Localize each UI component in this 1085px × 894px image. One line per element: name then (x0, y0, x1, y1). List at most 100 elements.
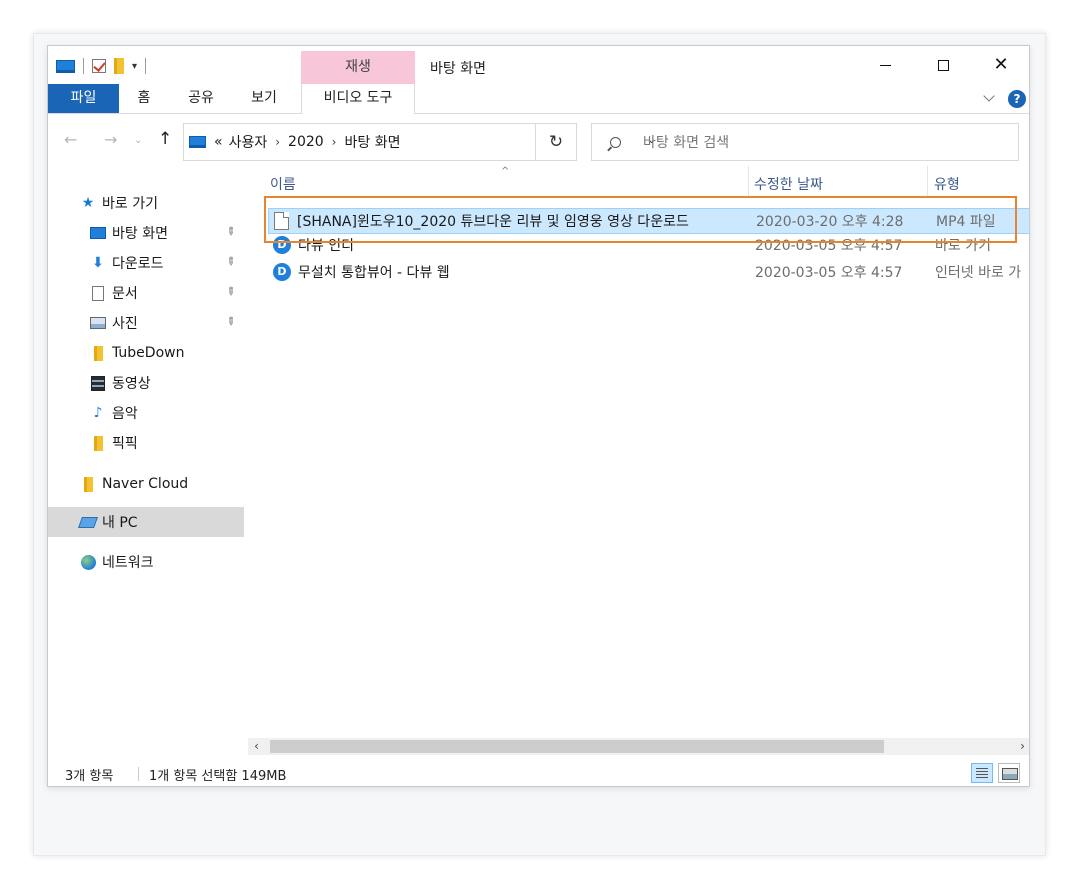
search-placeholder: 바탕 화면 검색 (643, 135, 730, 151)
scrollbar-thumb[interactable] (270, 740, 884, 753)
tab-share[interactable]: 공유 (181, 84, 221, 113)
toolbar-separator (145, 58, 147, 74)
file-name: 무설치 통합뷰어 - 다뷰 웹 (298, 265, 450, 281)
navigation-bar: ← → ⌄ ↑ « 사용자 › 2020 › 바탕 화면 ⌄ ↻ 바탕 화면 검… (48, 118, 1029, 162)
column-header-type[interactable]: 유형 (934, 174, 960, 194)
address-bar[interactable]: « 사용자 › 2020 › 바탕 화면 ⌄ (183, 123, 656, 161)
scroll-left-icon[interactable]: ‹ (248, 738, 265, 755)
folder-icon (83, 476, 93, 492)
sidebar-item-label: 문서 (112, 286, 138, 302)
minimize-button[interactable] (856, 46, 914, 84)
sidebar-item-downloads[interactable]: ⬇ 다운로드 (90, 251, 164, 275)
close-icon: ✕ (993, 54, 1009, 75)
column-divider[interactable] (748, 166, 749, 198)
breadcrumb-item-desktop[interactable]: 바탕 화면 (344, 132, 400, 152)
desktop-icon[interactable] (56, 59, 75, 73)
search-input[interactable]: 바탕 화면 검색 (591, 123, 1019, 161)
maximize-button[interactable] (914, 46, 972, 84)
pin-icon[interactable]: ✎ (223, 254, 239, 270)
minimize-icon (879, 64, 891, 66)
column-divider[interactable] (927, 166, 928, 198)
sidebar-item-label: 바로 가기 (102, 196, 158, 212)
refresh-icon: ↻ (548, 132, 564, 152)
file-type: 인터넷 바로 가 (935, 265, 1022, 281)
breadcrumb-separator-icon[interactable]: › (332, 135, 337, 149)
video-icon (91, 375, 105, 391)
up-arrow-icon[interactable]: ↑ (158, 129, 172, 149)
properties-icon[interactable] (92, 59, 106, 73)
sort-ascending-icon: ^ (501, 166, 510, 177)
window-title: 바탕 화면 (430, 61, 486, 77)
file-date: 2020-03-05 오후 4:57 (755, 265, 903, 281)
sidebar-item-documents[interactable]: 문서 (90, 281, 138, 305)
tab-video-tools[interactable]: 비디오 도구 (301, 84, 415, 114)
refresh-button[interactable]: ↻ (536, 123, 577, 161)
network-icon (80, 554, 96, 570)
column-header-date[interactable]: 수정한 날짜 (754, 174, 823, 194)
folder-icon (93, 345, 103, 361)
sidebar-item-music[interactable]: ♪ 음악 (90, 401, 138, 425)
sidebar-item-this-pc[interactable]: 내 PC (77, 510, 138, 534)
desktop-icon (189, 136, 206, 148)
recent-locations-chevron-icon[interactable]: ⌄ (134, 135, 142, 146)
pictures-icon (90, 317, 106, 329)
computer-icon (77, 516, 99, 528)
sidebar-item-network[interactable]: 네트워크 (80, 550, 154, 574)
new-folder-icon[interactable] (114, 58, 124, 74)
help-icon[interactable]: ? (1008, 90, 1026, 108)
table-row[interactable]: D 무설치 통합뷰어 - 다뷰 웹 2020-03-05 오후 4:57 인터넷… (268, 259, 1029, 285)
sidebar-item-naver-cloud[interactable]: Naver Cloud (80, 472, 188, 496)
tab-file[interactable]: 파일 (48, 84, 119, 113)
sidebar-item-quick-access[interactable]: ★ 바로 가기 (80, 191, 158, 215)
sidebar-item-label: 사진 (112, 316, 138, 332)
pin-icon[interactable]: ✎ (223, 314, 239, 330)
details-view-button[interactable] (971, 763, 993, 783)
breadcrumb-overflow[interactable]: « (214, 134, 223, 150)
file-list: ^ 이름 수정한 날짜 유형 [SHANA]윈도우10_2020 튜브다운 리뷰… (248, 166, 1029, 738)
sidebar-item-label: TubeDown (112, 345, 185, 361)
pin-icon[interactable]: ✎ (223, 284, 239, 300)
selection-info: 1개 항목 선택함 149MB (149, 769, 287, 784)
highlight-annotation-box (264, 196, 1017, 243)
expand-ribbon-chevron-icon[interactable] (983, 90, 995, 102)
sidebar-item-pictures[interactable]: 사진 (90, 311, 138, 335)
desktop-icon (90, 227, 106, 239)
breadcrumb-item-2020[interactable]: 2020 (288, 134, 324, 150)
customize-toolbar-dropdown-icon[interactable]: ▾ (132, 61, 137, 72)
context-tab-group-label: 재생 (301, 51, 415, 84)
download-icon: ⬇ (92, 255, 104, 271)
tab-home[interactable]: 홈 (129, 84, 159, 113)
document-icon (92, 285, 104, 301)
back-arrow-icon[interactable]: ← (64, 130, 77, 149)
sidebar-item-picpick[interactable]: 픽픽 (90, 431, 138, 455)
large-icons-view-button[interactable] (998, 763, 1020, 783)
column-header-name[interactable]: 이름 (270, 174, 296, 194)
forward-arrow-icon[interactable]: → (104, 130, 117, 149)
quick-access-toolbar: ▾ (56, 58, 154, 74)
file-explorer-window: ▾ 재생 바탕 화면 ✕ 파일 홈 공유 보기 비디오 도구 ? ← → ⌄ ↑… (47, 45, 1030, 787)
daview-shortcut-icon: D (273, 263, 291, 281)
sidebar-item-videos[interactable]: 동영상 (90, 371, 151, 395)
status-bar: 3개 항목 1개 항목 선택함 149MB (48, 760, 1029, 786)
folder-icon (93, 435, 103, 451)
title-bar: ▾ 재생 바탕 화면 ✕ (48, 46, 1029, 84)
tab-view[interactable]: 보기 (244, 84, 284, 113)
item-count: 3개 항목 (65, 769, 114, 784)
breadcrumb-separator-icon[interactable]: › (275, 135, 280, 149)
horizontal-scrollbar[interactable]: ‹ › (248, 738, 1029, 755)
sidebar-item-label: 동영상 (112, 376, 151, 392)
maximize-icon (937, 59, 949, 71)
sidebar-item-label: 픽픽 (112, 436, 138, 452)
sidebar-item-label: 내 PC (102, 515, 138, 531)
breadcrumb-item-users[interactable]: 사용자 (229, 132, 268, 152)
ribbon-tabs: 파일 홈 공유 보기 비디오 도구 ? (48, 84, 1029, 114)
sidebar-item-desktop[interactable]: 바탕 화면 (90, 221, 168, 245)
pin-icon[interactable]: ✎ (223, 224, 239, 240)
close-button[interactable]: ✕ (972, 46, 1029, 84)
sidebar-item-label: 다운로드 (112, 256, 164, 272)
sidebar-item-label: 바탕 화면 (112, 226, 168, 242)
sidebar-item-label: 음악 (112, 406, 138, 422)
sidebar-item-tubedown[interactable]: TubeDown (90, 341, 184, 365)
scroll-right-icon[interactable]: › (1014, 738, 1029, 755)
music-icon: ♪ (93, 405, 103, 421)
